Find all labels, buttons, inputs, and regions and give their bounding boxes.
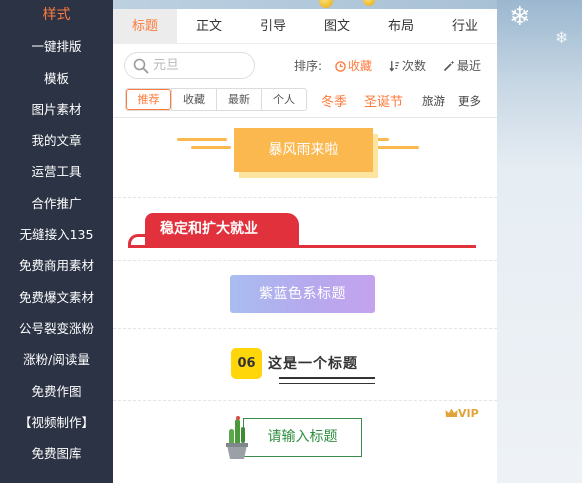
filter-recommended[interactable]: 推荐 xyxy=(126,89,171,110)
decor-line xyxy=(177,138,227,141)
style-preview-text: 稳定和扩大就业 xyxy=(145,213,299,245)
sort-recent-label: 最近 xyxy=(457,59,482,73)
filter-segmented-control: 推荐 收藏 最新 个人 xyxy=(125,88,307,111)
decor-line xyxy=(377,138,389,141)
sidebar-item-partnership[interactable]: 合作推广 xyxy=(0,188,113,219)
sidebar-item-templates[interactable]: 模板 xyxy=(0,63,113,94)
search-box[interactable] xyxy=(124,52,255,79)
sidebar-item-free-commercial-assets[interactable]: 免费商用素材 xyxy=(0,250,113,281)
style-card-purple-gradient[interactable]: 紫蓝色系标题 xyxy=(113,261,497,329)
style-card-red-tab[interactable]: 稳定和扩大就业 xyxy=(113,198,497,261)
sort-favorites[interactable]: 收藏 xyxy=(335,57,372,74)
vip-label: VIP xyxy=(458,407,479,420)
sidebar-item-fission-growth[interactable]: 公号裂变涨粉 xyxy=(0,313,113,344)
sidebar-item-video-production[interactable]: 【视频制作】 xyxy=(0,407,113,438)
filter-row: 推荐 收藏 最新 个人 冬季 圣诞节 旅游 更多 xyxy=(113,84,497,118)
decor-underline xyxy=(279,377,375,379)
sort-label: 排序: xyxy=(294,59,323,73)
style-preview-text: 紫蓝色系标题 xyxy=(230,275,375,313)
vip-badge: VIP xyxy=(445,407,479,420)
snowflake-icon: ❄ xyxy=(509,2,531,32)
style-preview-text: 请输入标题 xyxy=(243,418,362,457)
sidebar-item-free-gallery[interactable]: 免费图库 xyxy=(0,438,113,469)
sort-recent[interactable]: 最近 xyxy=(443,57,481,74)
decor-underline xyxy=(128,245,476,248)
style-preview-text: 这是一个标题 xyxy=(268,356,358,372)
sidebar-item-one-click-layout[interactable]: 一键排版 xyxy=(0,31,113,62)
tab-guide[interactable]: 引导 xyxy=(241,9,305,44)
tag-travel[interactable]: 旅游 xyxy=(422,93,445,109)
tab-image-text[interactable]: 图文 xyxy=(305,9,369,44)
tab-title[interactable]: 标题 xyxy=(113,9,177,44)
gold-ornament-icon xyxy=(319,0,333,8)
filter-personal[interactable]: 个人 xyxy=(261,89,306,110)
search-icon xyxy=(133,58,149,74)
tab-body[interactable]: 正文 xyxy=(177,9,241,44)
sidebar-item-styles[interactable]: 样式 xyxy=(0,0,113,31)
tab-industry[interactable]: 行业 xyxy=(433,9,497,44)
style-card-plant-box[interactable]: VIP 请输入标题 xyxy=(113,401,497,483)
style-list: 暴风雨来啦 稳定和扩大就业 紫蓝色系标题 06 这是一个标题 VIP 请输入标题 xyxy=(113,118,497,483)
decor-underline xyxy=(279,383,375,384)
search-sort-row: 排序: 收藏 次数 最近 xyxy=(113,44,497,84)
sort-favorites-label: 收藏 xyxy=(348,59,373,73)
filter-latest[interactable]: 最新 xyxy=(216,89,261,110)
style-card-orange-banner[interactable]: 暴风雨来啦 xyxy=(113,118,497,198)
left-sidebar: 样式 一键排版 模板 图片素材 我的文章 运营工具 合作推广 无缝接入135 免… xyxy=(0,0,113,483)
sidebar-item-operation-tools[interactable]: 运营工具 xyxy=(0,156,113,187)
filter-favorites[interactable]: 收藏 xyxy=(171,89,216,110)
cactus-pot-icon xyxy=(226,416,248,459)
winter-background: ❄ ❄ xyxy=(497,0,582,483)
magic-wand-icon xyxy=(443,60,455,72)
sidebar-item-seamless-135[interactable]: 无缝接入135 xyxy=(0,219,113,250)
top-decoration-strip xyxy=(113,0,497,9)
clock-icon xyxy=(335,61,346,72)
style-preview-text: 暴风雨来啦 xyxy=(234,128,373,172)
sidebar-item-free-design[interactable]: 免费作图 xyxy=(0,376,113,407)
sort-icon xyxy=(389,60,400,72)
number-badge: 06 xyxy=(231,348,262,379)
tag-more[interactable]: 更多 xyxy=(458,93,481,109)
crown-icon xyxy=(445,408,458,417)
decor-line xyxy=(191,146,231,149)
sort-count[interactable]: 次数 xyxy=(389,57,426,74)
tag-christmas[interactable]: 圣诞节 xyxy=(364,91,403,110)
search-input[interactable] xyxy=(153,56,248,75)
gold-ornament-icon xyxy=(363,0,375,6)
decor-line xyxy=(377,146,419,149)
sidebar-item-image-assets[interactable]: 图片素材 xyxy=(0,94,113,125)
sidebar-item-free-viral-assets[interactable]: 免费爆文素材 xyxy=(0,282,113,313)
style-panel: 标题 正文 引导 图文 布局 行业 排序: 收藏 次数 xyxy=(113,9,497,483)
category-tabs: 标题 正文 引导 图文 布局 行业 xyxy=(113,9,497,44)
sidebar-item-followers-reads[interactable]: 涨粉/阅读量 xyxy=(0,344,113,375)
tab-layout[interactable]: 布局 xyxy=(369,9,433,44)
sort-count-label: 次数 xyxy=(402,59,427,73)
tag-winter[interactable]: 冬季 xyxy=(321,91,347,110)
style-card-numbered[interactable]: 06 这是一个标题 xyxy=(113,329,497,401)
sidebar-item-my-articles[interactable]: 我的文章 xyxy=(0,125,113,156)
snowflake-icon: ❄ xyxy=(555,28,569,47)
